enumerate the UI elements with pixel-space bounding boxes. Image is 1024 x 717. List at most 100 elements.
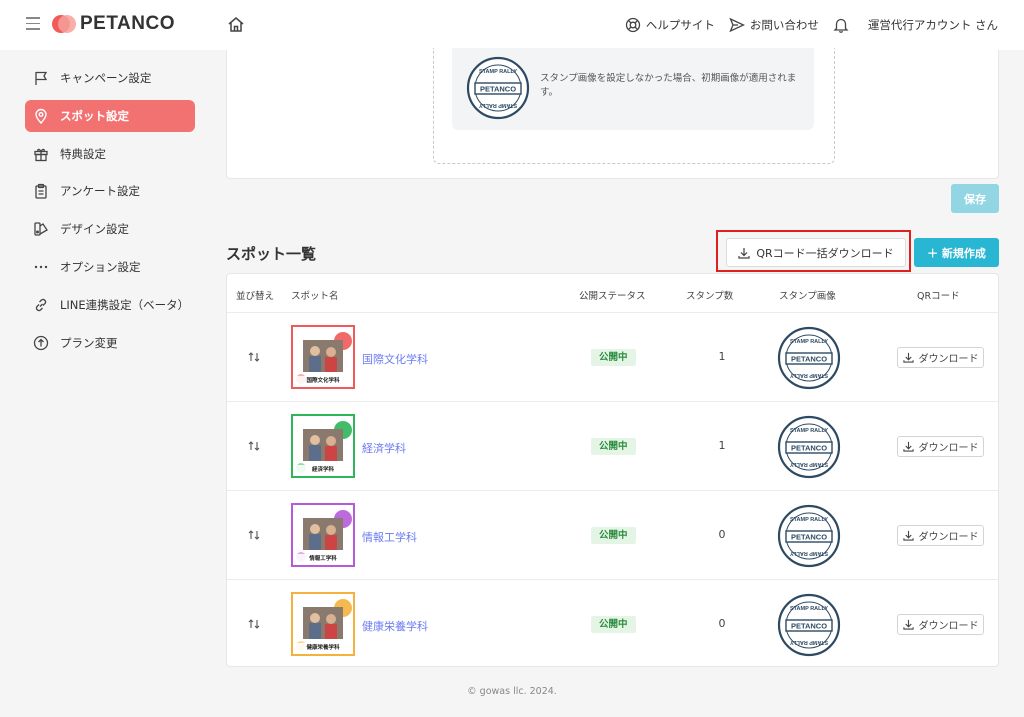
app-header: PETANCO ヘルプサイト お問い合わせ 運営代行アカウント さん [0,0,1024,50]
thumbnail-label: 健康栄養学科 [293,643,353,651]
qr-download-button[interactable]: ダウンロード [897,525,984,546]
qr-bulk-download-label: QRコード一括ダウンロード [756,246,894,260]
stamp-center-text: PETANCO [480,85,516,94]
spot-thumbnail[interactable]: 国際文化学科 [291,325,355,389]
thumbnail-label: 情報工学科 [293,554,353,562]
stamp-image: PETANCO STAMP RALLY STAMP RALLY [777,593,841,660]
qr-download-label: ダウンロード [918,621,979,632]
help-site-link[interactable]: ヘルプサイト [625,17,715,33]
sort-handle-icon[interactable] [247,439,261,456]
save-button[interactable]: 保存 [951,184,999,213]
sidebar-item-line[interactable]: LINE連携設定（ベータ） [25,289,195,321]
logo-text: PETANCO [80,13,175,34]
download-icon [902,530,914,541]
table-row: 健康栄養学科 健康栄養学科 公開中 0 PETANCO STAMP RALLY … [227,580,998,666]
stamp-image-panel: PETANCO STAMP RALLY STAMP RALLY スタンプ画像を設… [226,48,999,179]
status-badge: 公開中 [591,616,636,633]
stamp-center-text: PETANCO [791,622,827,631]
default-stamp-image: PETANCO STAMP RALLY STAMP RALLY [466,56,530,123]
qr-download-button[interactable]: ダウンロード [897,436,984,457]
stamp-top-text: STAMP RALLY [479,69,517,75]
table-row: 情報工学科 情報工学科 公開中 0 PETANCO STAMP RALLY ST… [227,491,998,580]
sidebar-item-design[interactable]: デザイン設定 [25,213,195,245]
bell-icon [833,18,849,33]
spot-thumbnail[interactable]: 情報工学科 [291,503,355,567]
default-stamp-note-text: スタンプ画像を設定しなかった場合、初期画像が適用されます。 [540,73,797,98]
status-badge: 公開中 [591,349,636,366]
flag-icon [35,71,48,85]
sidebar-item-label: アンケート設定 [60,184,141,199]
stamp-top-text: STAMP RALLY [790,606,828,612]
spot-thumbnail[interactable]: 経済学科 [291,414,355,478]
sidebar-item-label: LINE連携設定（ベータ） [60,297,190,312]
sort-handle-icon[interactable] [247,617,261,634]
spot-name-link[interactable]: 情報工学科 [362,529,417,545]
contact-link[interactable]: お問い合わせ [729,17,819,33]
clipboard-icon [35,184,47,200]
download-icon [902,619,914,630]
sidebar-item-options[interactable]: オプション設定 [25,251,195,283]
lifebuoy-icon [625,17,640,33]
qr-download-button[interactable]: ダウンロード [897,347,984,368]
thumbnail-label: 経済学科 [293,465,353,473]
col-stamp-image: スタンプ画像 [779,291,836,302]
palette-icon [34,222,48,236]
stamp-image: PETANCO STAMP RALLY STAMP RALLY [777,415,841,482]
sidebar-item-plan[interactable]: プラン変更 [25,327,195,359]
sidebar-item-label: デザイン設定 [60,222,129,237]
new-spot-button[interactable]: ＋ 新規作成 [914,238,999,267]
stamp-top-text: STAMP RALLY [790,339,828,345]
spot-name-link[interactable]: 経済学科 [362,440,406,456]
more-icon [34,265,48,269]
stamp-center-text: PETANCO [791,355,827,364]
stamp-image-dropzone[interactable]: PETANCO STAMP RALLY STAMP RALLY スタンプ画像を設… [433,48,835,164]
arrow-up-circle-icon [33,335,49,350]
sidebar: キャンペーン設定 スポット設定 特典設定 アンケート設定 デザイン設定 オプショ… [25,62,195,364]
spot-list-title: スポット一覧 [226,245,317,263]
stamp-bottom-text: STAMP RALLY [790,461,828,467]
sidebar-item-label: 特典設定 [60,146,106,161]
stamp-top-text: STAMP RALLY [790,517,828,523]
col-name: スポット名 [291,291,339,302]
notifications-button[interactable] [833,17,854,33]
sort-handle-icon[interactable] [247,528,261,545]
qr-download-label: ダウンロード [918,354,979,365]
qr-download-label: ダウンロード [918,443,979,454]
spot-name-link[interactable]: 健康栄養学科 [362,618,428,634]
download-icon [902,352,914,363]
col-status: 公開ステータス [579,291,646,302]
account-menu[interactable]: 運営代行アカウント さん [868,17,998,33]
sidebar-item-survey[interactable]: アンケート設定 [25,175,195,207]
logo[interactable]: PETANCO [52,13,175,35]
spot-thumbnail[interactable]: 健康栄養学科 [291,592,355,656]
sidebar-item-label: キャンペーン設定 [60,71,152,85]
stamp-bottom-text: STAMP RALLY [479,102,517,108]
stamp-count: 1 [718,439,726,452]
sidebar-item-label: オプション設定 [60,259,141,274]
stamp-count: 0 [718,617,726,630]
stamp-count: 1 [718,350,726,363]
table-header: 並び替え スポット名 公開ステータス スタンプ数 スタンプ画像 QRコード [227,274,998,313]
qr-download-label: ダウンロード [918,532,979,543]
sidebar-item-spot[interactable]: スポット設定 [25,99,195,132]
table-row: 国際文化学科 国際文化学科 公開中 1 PETANCO STAMP RALLY … [227,313,998,402]
sidebar-item-benefit[interactable]: 特典設定 [25,138,195,170]
stamp-bottom-text: STAMP RALLY [790,639,828,645]
spot-name-link[interactable]: 国際文化学科 [362,351,428,367]
contact-label: お問い合わせ [749,18,819,32]
new-spot-label: ＋ 新規作成 [927,246,986,260]
menu-icon[interactable] [26,17,42,31]
account-label: 運営代行アカウント さん [867,18,998,32]
stamp-count: 0 [718,528,726,541]
col-stamps: スタンプ数 [686,291,734,302]
qr-download-button[interactable]: ダウンロード [897,614,984,635]
map-pin-icon [35,108,47,124]
col-sort: 並び替え [236,291,275,302]
gift-icon [34,148,48,161]
qr-bulk-download-button[interactable]: QRコード一括ダウンロード [726,238,906,267]
sidebar-item-label: スポット設定 [60,108,129,123]
sort-handle-icon[interactable] [247,350,261,367]
sidebar-item-campaign[interactable]: キャンペーン設定 [25,62,195,94]
thumbnail-label: 国際文化学科 [293,376,353,384]
home-icon[interactable] [226,15,246,35]
